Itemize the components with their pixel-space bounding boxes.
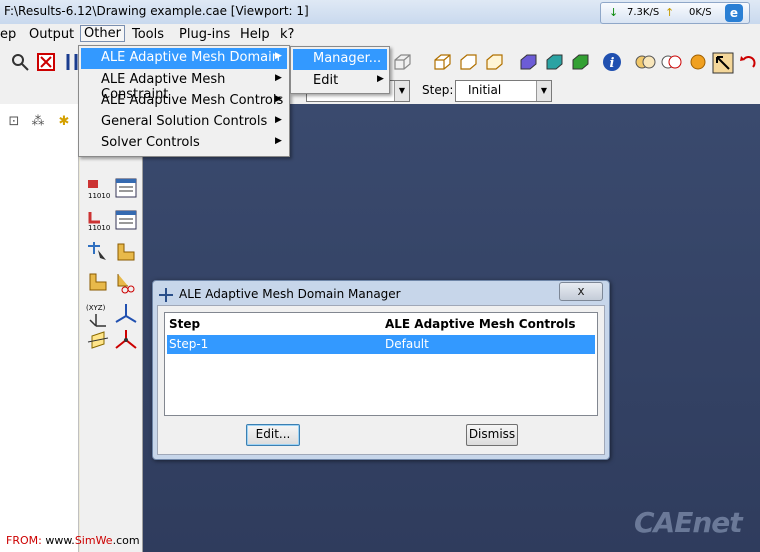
mesh-blue-icon[interactable]	[518, 52, 538, 72]
menu-help[interactable]: Help	[240, 27, 270, 42]
browser-icon[interactable]: e	[725, 4, 743, 22]
title-bar: F:\Results-6.12\Drawing example.cae [Vie…	[0, 0, 760, 25]
menu-output[interactable]: Output	[29, 27, 74, 42]
chevron-down-icon[interactable]: ▼	[394, 81, 409, 101]
dialog-title: ALE Adaptive Mesh Domain Manager	[179, 287, 401, 301]
step-label: Step:	[422, 83, 454, 97]
svg-text:i: i	[610, 56, 615, 71]
lightbulb-icon[interactable]: ✱	[56, 114, 72, 130]
network-monitor: ↓ 7.3K/S ↑ 0K/S e	[600, 2, 750, 24]
field-icon[interactable]	[86, 240, 110, 264]
filled-icon[interactable]	[458, 52, 478, 72]
hidden-line-icon[interactable]	[432, 52, 452, 72]
fit-view-icon[interactable]	[36, 52, 56, 72]
shaded-icon[interactable]	[484, 52, 504, 72]
download-arrow-icon: ↓	[609, 6, 619, 19]
bc-icon[interactable]: 11010	[86, 208, 110, 232]
chevron-right-icon: ▶	[275, 73, 282, 83]
download-speed: 7.3K/S	[627, 7, 660, 18]
chevron-right-icon: ▶	[275, 94, 282, 104]
upload-arrow-icon: ↑	[665, 6, 675, 19]
close-icon: x	[577, 284, 585, 298]
column-header-step: Step	[169, 317, 201, 331]
menu-item-ale-mesh-controls[interactable]: ALE Adaptive Mesh Controls ▶	[81, 91, 287, 112]
field-manager-icon[interactable]	[114, 240, 138, 264]
chevron-down-icon[interactable]: ▼	[536, 81, 551, 101]
module-toolbox: 11010 11010 (XYZ)	[80, 104, 143, 552]
chevron-right-icon: ▶	[377, 74, 384, 84]
source-credit: FROM: www.SimWe.com	[6, 534, 140, 547]
undo-icon[interactable]	[738, 52, 758, 72]
close-button[interactable]: x	[559, 282, 603, 301]
cell-controls: Default	[385, 337, 429, 351]
watermark-logo: CAEnet	[634, 506, 743, 539]
cell-step: Step-1	[169, 337, 209, 351]
svg-text:11010: 11010	[88, 224, 110, 232]
axis-icon[interactable]	[114, 302, 138, 326]
chevron-right-icon: ▶	[275, 51, 282, 61]
ale-domain-submenu: Manager... Edit ▶	[290, 46, 390, 94]
model-tree-panel: ⊡ ⁂ ✱	[0, 104, 79, 552]
table-row[interactable]: Step-1 Default	[167, 335, 595, 354]
menu-item-general-solution-controls[interactable]: General Solution Controls ▶	[81, 112, 287, 133]
window-title: F:\Results-6.12\Drawing example.cae [Vie…	[4, 4, 309, 18]
load-icon[interactable]: 11010	[86, 176, 110, 200]
menu-item-manager[interactable]: Manager...	[293, 49, 387, 70]
step-combo-value: Initial	[468, 83, 502, 97]
sphere-icon[interactable]	[688, 52, 708, 72]
svg-text:(XYZ): (XYZ)	[86, 304, 106, 312]
scissors-icon[interactable]	[114, 270, 138, 294]
svg-text:11010: 11010	[88, 192, 110, 200]
menu-context-help[interactable]: k?	[280, 27, 294, 42]
bc-manager-icon[interactable]	[114, 208, 138, 232]
step-combo[interactable]: Initial ▼	[455, 80, 552, 102]
tree-filter-icon[interactable]: ⁂	[30, 114, 46, 130]
wireframe-icon[interactable]	[392, 52, 412, 72]
csys-icon[interactable]: (XYZ)	[86, 302, 110, 327]
edit-button[interactable]: Edit...	[246, 424, 300, 446]
dialog-app-icon	[159, 288, 173, 302]
chevron-right-icon: ▶	[275, 136, 282, 146]
menu-bar: ep Output Other Tools Plug-ins Help k?	[0, 24, 760, 46]
menu-other[interactable]: Other	[80, 25, 125, 42]
upload-speed: 0K/S	[689, 7, 712, 18]
dialog-body: Step ALE Adaptive Mesh Controls Step-1 D…	[157, 305, 605, 455]
boolean-icon[interactable]	[634, 52, 656, 72]
zoom-icon[interactable]	[10, 52, 30, 72]
chevron-right-icon: ▶	[275, 115, 282, 125]
info-icon[interactable]: i	[602, 52, 622, 72]
load-manager-icon[interactable]	[114, 176, 138, 200]
amplitude-icon[interactable]	[86, 270, 110, 294]
dismiss-button[interactable]: Dismiss	[466, 424, 518, 446]
menu-step[interactable]: ep	[0, 27, 16, 42]
domain-table: Step ALE Adaptive Mesh Controls Step-1 D…	[164, 312, 598, 416]
menu-item-edit[interactable]: Edit ▶	[293, 71, 387, 92]
column-header-controls: ALE Adaptive Mesh Controls	[385, 317, 576, 331]
menu-tools[interactable]: Tools	[132, 27, 164, 42]
folder-up-icon[interactable]: ⊡	[6, 114, 22, 130]
menu-item-ale-mesh-domain[interactable]: ALE Adaptive Mesh Domain ▶	[81, 48, 287, 69]
datum-plane-icon[interactable]	[86, 328, 110, 352]
select-arrow-icon[interactable]	[712, 52, 734, 74]
other-menu: ALE Adaptive Mesh Domain ▶ ALE Adaptive …	[78, 45, 290, 157]
menu-plug-ins[interactable]: Plug-ins	[179, 27, 230, 42]
mesh-green-icon[interactable]	[570, 52, 590, 72]
ale-domain-manager-dialog: ALE Adaptive Mesh Domain Manager x Step …	[152, 280, 610, 460]
menu-item-ale-mesh-constraint[interactable]: ALE Adaptive Mesh Constraint ▶	[81, 70, 287, 102]
mesh-teal-icon[interactable]	[544, 52, 564, 72]
datum-csys-icon[interactable]	[114, 328, 138, 352]
overlay-icon[interactable]	[660, 52, 682, 72]
menu-item-solver-controls[interactable]: Solver Controls ▶	[81, 133, 287, 154]
